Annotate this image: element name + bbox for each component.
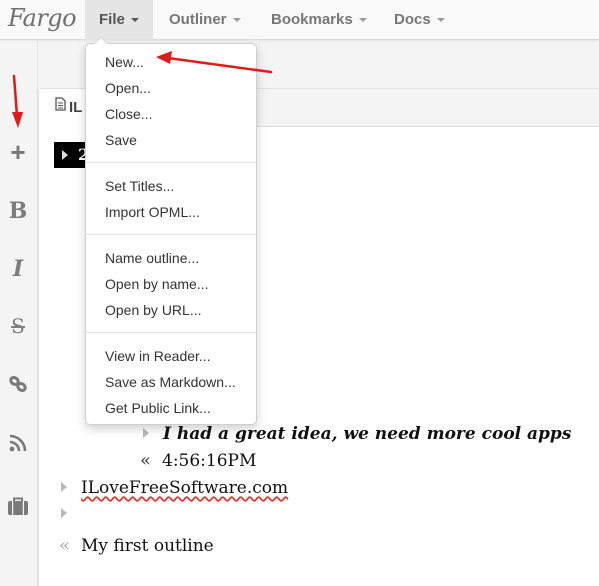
caret-down-icon [130,18,139,23]
menu-bookmarks-label: Bookmarks [271,11,353,28]
expand-wedge-icon[interactable] [61,508,67,518]
outline-row[interactable]: « 4:56:16PM [140,448,256,474]
menu-item-set-titles[interactable]: Set Titles... [86,173,256,199]
menu-item-save-as-markdown[interactable]: Save as Markdown... [86,369,256,395]
bold-icon[interactable]: B [0,198,36,224]
left-toolbar: + B I S [0,41,38,586]
menu-item-import-opml[interactable]: Import OPML... [86,199,256,225]
plus-icon[interactable]: + [0,139,36,165]
menu-item-open-by-name[interactable]: Open by name... [86,271,256,297]
menu-item-view-in-reader[interactable]: View in Reader... [86,343,256,369]
outline-row[interactable]: « My first outline [59,533,214,559]
caret-down-icon [232,18,241,23]
briefcase-icon[interactable] [0,496,36,521]
link-icon[interactable] [0,374,36,399]
menu-item-get-public-link[interactable]: Get Public Link... [86,395,256,421]
italic-icon[interactable]: I [0,256,36,282]
menu-outliner-label: Outliner [169,11,227,28]
menu-item-name-outline[interactable]: Name outline... [86,245,256,271]
menu-docs[interactable]: Docs [380,0,459,40]
menu-outliner[interactable]: Outliner [155,0,255,40]
rss-icon[interactable] [0,434,36,457]
menu-divider [86,332,256,333]
menu-docs-label: Docs [394,11,431,28]
menu-item-open[interactable]: Open... [86,75,256,101]
double-quote-icon[interactable]: « [140,448,151,474]
brand-logo[interactable]: Fargo [8,4,77,32]
top-navbar: Fargo File Outliner Bookmarks Docs [0,0,599,40]
outline-row-text[interactable]: My first outline [81,533,214,559]
outline-row-text[interactable]: ILoveFreeSoftware.com [81,475,288,501]
expand-wedge-icon[interactable] [62,150,68,160]
menu-divider [86,162,256,163]
caret-down-icon [358,18,367,23]
outline-row-text[interactable]: 4:56:16PM [162,448,256,474]
menu-divider [86,234,256,235]
strikethrough-icon[interactable]: S [0,314,36,338]
outline-row[interactable] [61,501,67,527]
file-dropdown-menu: New... Open... Close... Save Set Titles.… [85,37,257,425]
double-quote-icon[interactable]: « [59,533,70,559]
menu-bookmarks[interactable]: Bookmarks [257,0,381,40]
menu-file[interactable]: File [85,0,153,40]
caret-down-icon [436,18,445,23]
menu-file-label: File [99,11,125,28]
expand-wedge-icon[interactable] [61,482,67,492]
menu-item-open-by-url[interactable]: Open by URL... [86,297,256,323]
menu-item-new[interactable]: New... [86,49,256,75]
outline-row[interactable]: ILoveFreeSoftware.com [61,475,288,501]
menu-item-close[interactable]: Close... [86,101,256,127]
expand-wedge-icon[interactable] [143,428,149,438]
menu-item-save[interactable]: Save [86,127,256,153]
document-icon [55,88,66,126]
outline-tab-label: IL [69,99,83,116]
